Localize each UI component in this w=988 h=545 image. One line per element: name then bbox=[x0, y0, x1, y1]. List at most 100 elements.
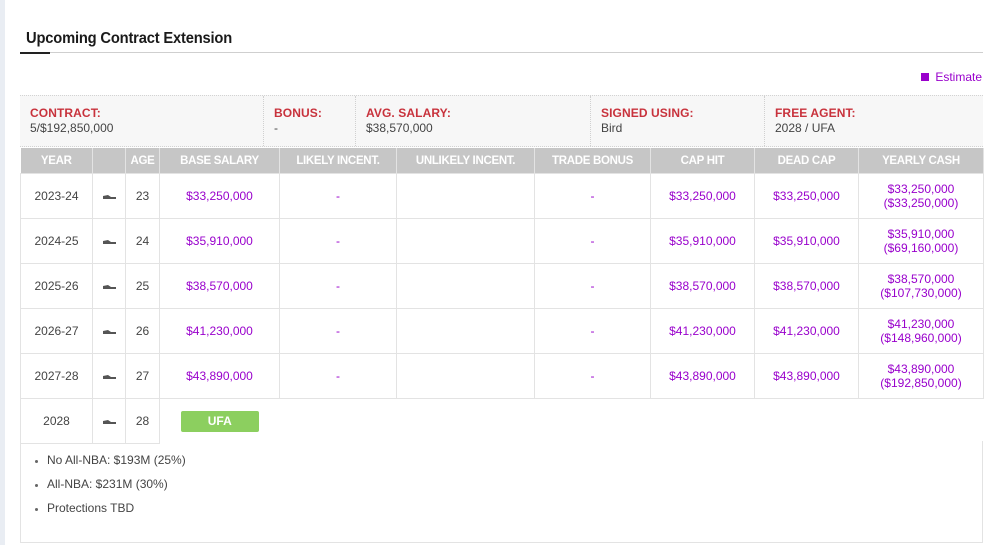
sneaker-icon bbox=[102, 195, 116, 199]
sneaker-icon bbox=[102, 330, 116, 334]
cell-unlikely-incentives bbox=[396, 263, 535, 309]
contract-summary: CONTRACT: 5/$192,850,000 BONUS: - AVG. S… bbox=[20, 95, 983, 147]
sneaker-icon bbox=[102, 420, 116, 424]
cell-year: 2023-24 bbox=[20, 173, 93, 219]
yearly-cash-amount: $41,230,000 bbox=[887, 317, 955, 331]
cell-age: 27 bbox=[125, 353, 160, 399]
cell-empty bbox=[280, 399, 984, 444]
header-cap-hit[interactable]: CAP HIT bbox=[650, 148, 755, 174]
cell-icon bbox=[92, 263, 126, 309]
cell-dead-cap: $43,890,000 bbox=[754, 353, 859, 399]
cell-base-salary: $33,250,000 bbox=[159, 173, 280, 219]
cell-unlikely-incentives bbox=[396, 308, 535, 354]
header-trade-bonus[interactable]: TRADE BONUS bbox=[534, 148, 651, 174]
header-dead-cap[interactable]: DEAD CAP bbox=[754, 148, 859, 174]
summary-free-agent: FREE AGENT: 2028 / UFA bbox=[765, 96, 983, 146]
table-row: 2024-25 24 $35,910,000- - $35,910,000 $35,910… bbox=[20, 218, 984, 264]
header-unlikely-incentives[interactable]: UNLIKELY INCENT. bbox=[396, 148, 535, 174]
cell-age: 26 bbox=[125, 308, 160, 354]
yearly-cash-amount: $33,250,000 bbox=[887, 182, 955, 196]
cell-dead-cap: $41,230,000 bbox=[754, 308, 859, 354]
note-item: Protections TBD bbox=[47, 501, 982, 515]
contract-table: YEAR AGE BASE SALARY LIKELY INCENT. UNLI… bbox=[20, 148, 984, 444]
header-year[interactable]: YEAR bbox=[20, 148, 93, 174]
summary-label: CONTRACT: bbox=[30, 106, 101, 120]
cell-year: 2026-27 bbox=[20, 308, 93, 354]
cell-icon bbox=[92, 353, 126, 399]
cell-likely-incentives: - bbox=[279, 308, 397, 354]
summary-signed-using: SIGNED USING: Bird bbox=[591, 96, 765, 146]
cell-age: 24 bbox=[125, 218, 160, 264]
cell-year: 2024-25 bbox=[20, 218, 93, 264]
summary-value: 2028 / UFA bbox=[775, 121, 836, 135]
summary-label: AVG. SALARY: bbox=[366, 106, 451, 120]
cell-base-salary: $43,890,000 bbox=[159, 353, 280, 399]
summary-bonus: BONUS: - bbox=[264, 96, 356, 146]
cell-unlikely-incentives bbox=[396, 353, 535, 399]
header-likely-incentives[interactable]: LIKELY INCENT. bbox=[279, 148, 397, 174]
note-item: All-NBA: $231M (30%) bbox=[47, 477, 982, 491]
cell-yearly-cash: $43,890,000 ($192,850,000) bbox=[858, 353, 984, 399]
cell-likely-incentives: - bbox=[279, 263, 397, 309]
yearly-cash-cumulative: ($192,850,000) bbox=[880, 376, 962, 390]
yearly-cash-cumulative: ($107,730,000) bbox=[880, 286, 962, 300]
cell-trade-bonus: - bbox=[534, 218, 651, 264]
summary-label: BONUS: bbox=[274, 106, 322, 120]
header-base-salary[interactable]: BASE SALARY bbox=[159, 148, 280, 174]
yearly-cash-cumulative: ($33,250,000) bbox=[883, 196, 959, 210]
cell-icon bbox=[92, 173, 126, 219]
header-icon bbox=[92, 148, 126, 174]
cell-cap-hit: $43,890,000 bbox=[650, 353, 755, 399]
cell-base-salary: $41,230,000 bbox=[159, 308, 280, 354]
cell-cap-hit: $41,230,000 bbox=[650, 308, 755, 354]
cell-age: 28 bbox=[125, 398, 160, 444]
cell-year: 2025-26 bbox=[20, 263, 93, 309]
cell-base-salary: $38,570,000 bbox=[159, 263, 280, 309]
summary-contract: CONTRACT: 5/$192,850,000 bbox=[20, 96, 264, 146]
cell-likely-incentives: - bbox=[279, 218, 397, 264]
summary-value: Bird bbox=[601, 121, 623, 135]
cell-cap-hit: $38,570,000 bbox=[650, 263, 755, 309]
summary-value: $38,570,000 bbox=[366, 121, 433, 135]
cell-year: 2028 bbox=[20, 398, 93, 444]
cell-likely-incentives: - bbox=[279, 353, 397, 399]
header-age[interactable]: AGE bbox=[125, 148, 160, 174]
yearly-cash-cumulative: ($69,160,000) bbox=[883, 241, 959, 255]
header-yearly-cash[interactable]: YEARLY CASH bbox=[858, 148, 984, 174]
table-header-row: YEAR AGE BASE SALARY LIKELY INCENT. UNLI… bbox=[20, 148, 984, 174]
table-row: 2027-28 27 $43,890,000- - $43,890,000 $43,890… bbox=[20, 353, 984, 399]
cell-dead-cap: $35,910,000 bbox=[754, 218, 859, 264]
summary-label: SIGNED USING: bbox=[601, 106, 694, 120]
summary-label: FREE AGENT: bbox=[775, 106, 856, 120]
cell-cap-hit: $35,910,000 bbox=[650, 218, 755, 264]
cell-age: 25 bbox=[125, 263, 160, 309]
table-row: 2025-26 25 $38,570,000- - $38,570,000 $38,570… bbox=[20, 263, 984, 309]
table-row: 2023-24 23 $33,250,000- - $33,250,000 $33,250… bbox=[20, 173, 984, 219]
estimate-swatch bbox=[921, 73, 930, 81]
cell-trade-bonus: - bbox=[534, 173, 651, 219]
title-divider bbox=[20, 52, 983, 53]
cell-yearly-cash: $33,250,000 ($33,250,000) bbox=[858, 173, 984, 219]
sneaker-icon bbox=[102, 240, 116, 244]
yearly-cash-amount: $35,910,000 bbox=[887, 227, 955, 241]
cell-dead-cap: $33,250,000 bbox=[754, 173, 859, 219]
cell-trade-bonus: - bbox=[534, 263, 651, 309]
cell-icon bbox=[92, 398, 126, 444]
cell-age: 23 bbox=[125, 173, 160, 219]
yearly-cash-amount: $38,570,000 bbox=[887, 272, 955, 286]
cell-dead-cap: $38,570,000 bbox=[754, 263, 859, 309]
cell-yearly-cash: $35,910,000 ($69,160,000) bbox=[858, 218, 984, 264]
table-row: 2026-27 26 $41,230,000- - $41,230,000 $41,230… bbox=[20, 308, 984, 354]
ufa-badge: UFA bbox=[180, 410, 259, 432]
cell-unlikely-incentives bbox=[396, 218, 535, 264]
cell-yearly-cash: $38,570,000 ($107,730,000) bbox=[858, 263, 984, 309]
cell-trade-bonus: - bbox=[534, 308, 651, 354]
sneaker-icon bbox=[102, 285, 116, 289]
estimate-legend: Estimate bbox=[921, 70, 982, 84]
cell-icon bbox=[92, 218, 126, 264]
page-left-edge bbox=[0, 0, 5, 545]
title-divider-accent bbox=[20, 52, 50, 54]
cell-likely-incentives: - bbox=[279, 173, 397, 219]
sneaker-icon bbox=[102, 375, 116, 379]
yearly-cash-cumulative: ($148,960,000) bbox=[880, 331, 962, 345]
